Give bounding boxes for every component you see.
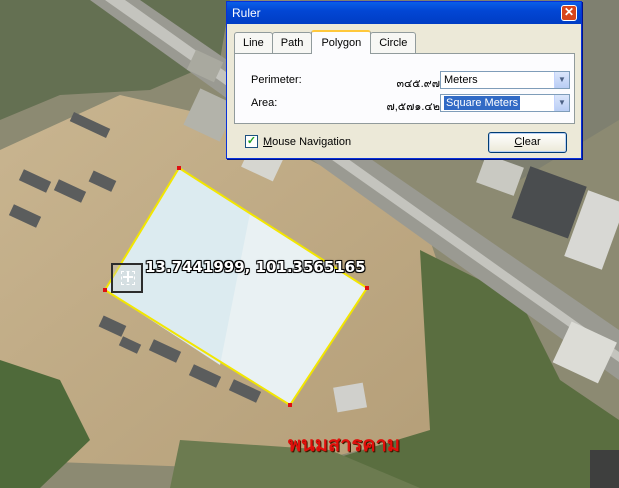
clear-button[interactable]: Clear xyxy=(488,132,567,153)
tab-circle[interactable]: Circle xyxy=(370,32,417,54)
area-unit-text: Square Meters xyxy=(444,96,521,110)
perimeter-row: Perimeter: ๓๔๕.๙๗ Meters ▼ xyxy=(248,71,570,90)
ruler-titlebar[interactable]: Ruler ✕ xyxy=(227,2,581,24)
mouse-navigation-label: Mouse Navigation xyxy=(263,135,352,148)
perimeter-label: Perimeter: xyxy=(251,74,302,86)
tab-path[interactable]: Path xyxy=(271,32,313,54)
mouse-navigation-option[interactable]: ✓ Mouse Navigation xyxy=(245,135,351,148)
area-row: Area: ๗,๕๗๑.๔๒ Square Meters ▼ xyxy=(248,94,570,113)
place-name-label[interactable]: พนมสารคาม xyxy=(288,428,400,460)
perimeter-value: ๓๔๕.๙๗ xyxy=(396,78,440,90)
window-title: Ruler xyxy=(232,6,261,20)
perimeter-unit-text: Meters xyxy=(444,74,478,86)
polygon-panel: Perimeter: ๓๔๕.๙๗ Meters ▼ Area: ๗,๕๗๑.๔… xyxy=(234,53,575,124)
ruler-window: Ruler ✕ Line Path Polygon Circle Perimet… xyxy=(226,1,582,159)
tab-line[interactable]: Line xyxy=(234,32,273,54)
chevron-down-icon[interactable]: ▼ xyxy=(554,95,569,111)
close-icon[interactable]: ✕ xyxy=(561,5,577,21)
coordinate-readout: 13.7441999, 101.3565165 xyxy=(145,258,366,276)
crosshair-cursor-icon xyxy=(111,263,143,293)
area-value: ๗,๕๗๑.๔๒ xyxy=(386,101,440,113)
perimeter-unit-select[interactable]: Meters ▼ xyxy=(440,71,570,89)
tab-polygon[interactable]: Polygon xyxy=(311,30,372,54)
area-label: Area: xyxy=(251,97,278,109)
mouse-navigation-checkbox[interactable]: ✓ xyxy=(245,135,258,148)
area-unit-select[interactable]: Square Meters ▼ xyxy=(440,94,570,112)
chevron-down-icon[interactable]: ▼ xyxy=(554,72,569,88)
tab-strip: Line Path Polygon Circle xyxy=(234,30,417,54)
